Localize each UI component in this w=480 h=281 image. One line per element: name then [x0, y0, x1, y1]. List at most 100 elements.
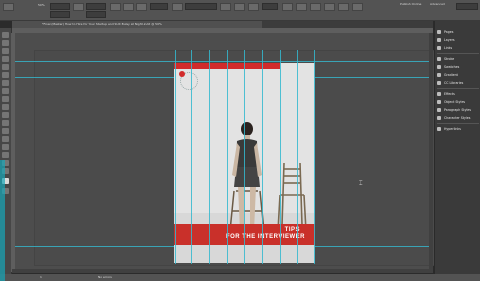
panel-label: Character Styles: [444, 116, 471, 120]
panel-separator: [437, 88, 479, 89]
gap-tool[interactable]: [2, 56, 9, 62]
frame-fitting-icon[interactable]: [352, 3, 363, 11]
panel-label: Object Styles: [444, 100, 466, 104]
object-styles-icon: [437, 100, 441, 104]
panel-label: Swatches: [444, 65, 460, 69]
panel-label: Effects: [444, 92, 455, 96]
distribute-icon[interactable]: [296, 3, 307, 11]
panel-character-styles[interactable]: Character Styles: [437, 114, 480, 122]
effects-icon: [437, 92, 441, 96]
panel-cc-libraries[interactable]: CC Libraries: [437, 79, 480, 87]
workspace-switcher[interactable]: Advanced: [430, 2, 445, 7]
panel-links[interactable]: Links: [437, 44, 480, 52]
column-guide[interactable]: [280, 50, 281, 264]
panel-label: Paragraph Styles: [444, 108, 472, 112]
control-bar: 50% Publish Online Advanced: [0, 0, 480, 21]
links-icon: [437, 46, 441, 50]
pen-tool[interactable]: [2, 88, 9, 94]
horizontal-scrollbar[interactable]: [12, 269, 433, 273]
banner-line-2: FOR THE INTERVIEWER: [225, 234, 305, 240]
gradient-tool[interactable]: [2, 136, 9, 142]
rotate-field[interactable]: [150, 3, 168, 10]
panel-paragraph-styles[interactable]: Paragraph Styles: [437, 106, 480, 114]
panel-label: Gradient: [444, 73, 458, 77]
fill-icon[interactable]: [172, 3, 183, 11]
scale-icon[interactable]: [110, 3, 121, 11]
stroke-weight-field[interactable]: [185, 3, 217, 10]
column-guide[interactable]: [209, 50, 210, 264]
type-tool[interactable]: [2, 72, 9, 78]
vertical-scrollbar[interactable]: [429, 33, 433, 269]
stroke-style-icon[interactable]: [220, 3, 231, 11]
rectangle-frame-tool[interactable]: [2, 104, 9, 110]
column-guide[interactable]: [227, 50, 228, 264]
fit-frame-icon[interactable]: [310, 3, 321, 11]
height-field[interactable]: [86, 11, 106, 18]
panel-label: Links: [444, 46, 453, 50]
seal-logo: [179, 71, 198, 90]
document-tab[interactable]: *Final (Master) How to Hire for Your Sta…: [12, 21, 262, 28]
mouse-cursor-icon: ⌶: [359, 180, 363, 187]
constrain-icon[interactable]: [73, 3, 84, 11]
panel-label: Pages: [444, 30, 454, 34]
eyedropper-tool[interactable]: [2, 152, 9, 158]
panel-pages[interactable]: Pages: [437, 28, 480, 36]
zoom-level[interactable]: 50%: [38, 3, 45, 8]
y-field[interactable]: [50, 11, 70, 18]
rotate-icon[interactable]: [123, 3, 134, 11]
pages-icon: [437, 30, 441, 34]
search-input[interactable]: [456, 3, 478, 10]
panel-label: Hyperlinks: [444, 127, 461, 131]
effects-icon[interactable]: [234, 3, 245, 11]
panel-effects[interactable]: Effects: [437, 90, 480, 98]
panel-label: Layers: [444, 38, 455, 42]
panel-gradient[interactable]: Gradient: [437, 71, 480, 79]
libraries-icon: [437, 81, 441, 85]
direct-selection-tool[interactable]: [2, 40, 9, 46]
column-guide[interactable]: [297, 50, 298, 264]
column-guide[interactable]: [244, 50, 245, 264]
selection-tool-icon[interactable]: [3, 3, 14, 11]
pencil-tool[interactable]: [2, 96, 9, 102]
status-bar: 1 No errors: [0, 274, 480, 281]
content-collector-tool[interactable]: [2, 64, 9, 70]
panel-separator: [437, 53, 479, 54]
panel-layers[interactable]: Layers: [437, 36, 480, 44]
shear-icon[interactable]: [136, 3, 147, 11]
panel-object-styles[interactable]: Object Styles: [437, 98, 480, 106]
stroke-icon: [437, 57, 441, 61]
free-transform-tool[interactable]: [2, 128, 9, 134]
panel-label: Stroke: [444, 57, 455, 61]
preflight-status[interactable]: No errors: [98, 274, 112, 281]
publish-online-button[interactable]: Publish Online: [400, 2, 421, 7]
page-tool[interactable]: [2, 48, 9, 54]
page-number[interactable]: 1: [40, 274, 42, 281]
line-tool[interactable]: [2, 80, 9, 86]
scissors-tool[interactable]: [2, 120, 9, 126]
selection-tool[interactable]: [2, 32, 9, 38]
column-guide[interactable]: [314, 50, 315, 264]
panel-hyperlinks[interactable]: Hyperlinks: [437, 125, 480, 133]
column-guide[interactable]: [262, 50, 263, 264]
ruler-guide[interactable]: [15, 61, 429, 62]
wrap-icon[interactable]: [338, 3, 349, 11]
align-icon[interactable]: [282, 3, 293, 11]
column-guide[interactable]: [175, 50, 176, 264]
note-tool[interactable]: [2, 144, 9, 150]
panel-separator: [437, 123, 479, 124]
column-guide[interactable]: [191, 50, 192, 264]
x-field[interactable]: [50, 3, 70, 10]
layers-icon: [437, 38, 441, 42]
panel-stroke[interactable]: Stroke: [437, 55, 480, 63]
hyperlinks-icon: [437, 127, 441, 131]
document-tab-bar: *Final (Master) How to Hire for Your Sta…: [12, 21, 433, 28]
rectangle-tool[interactable]: [2, 112, 9, 118]
panel-swatches[interactable]: Swatches: [437, 63, 480, 71]
gradient-icon: [437, 73, 441, 77]
opacity-icon[interactable]: [248, 3, 259, 11]
width-field[interactable]: [86, 3, 106, 10]
desktop-edge: [0, 160, 5, 281]
opacity-field[interactable]: [262, 3, 278, 10]
swatches-icon: [437, 65, 441, 69]
fit-content-icon[interactable]: [324, 3, 335, 11]
